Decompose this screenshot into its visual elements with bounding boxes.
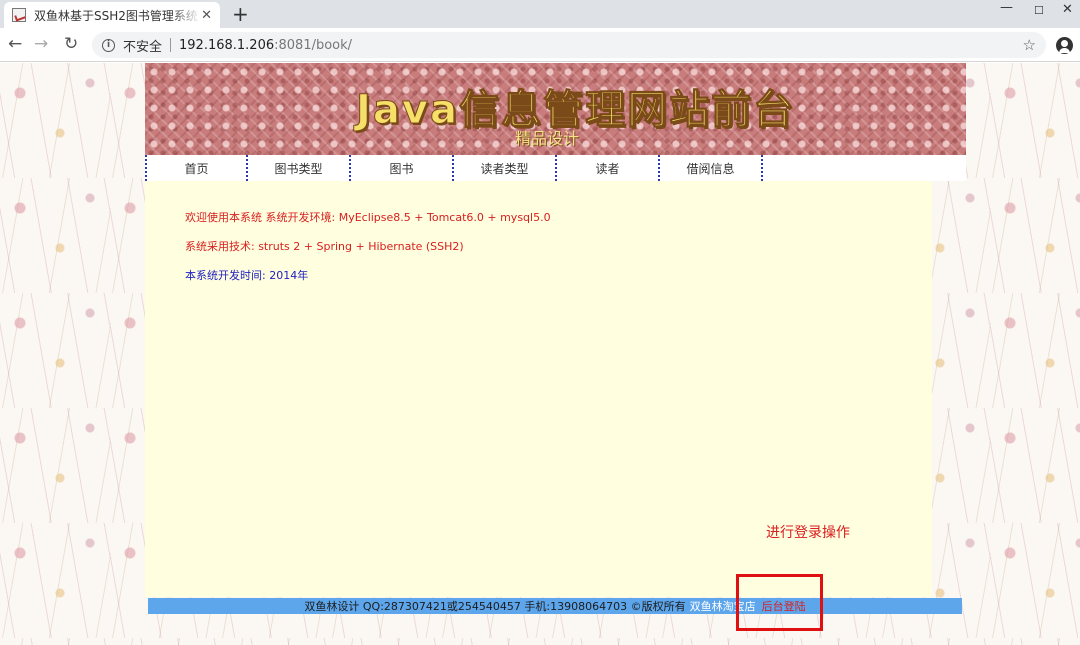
browser-toolbar: ← → ↻ i 不安全 192.168.1.206 :8081/book/ ☆ [0,28,1080,62]
dev-time-text: 本系统开发时间: 2014年 [185,269,309,282]
footer-copyright: 双鱼林设计 QQ:287307421或254540457 手机:13908064… [304,600,686,613]
nav-item-books[interactable]: 图书 [351,155,454,181]
page-viewport: Java信息管理网站前台 精品设计 首页 图书类型 图书 读者类型 读者 借阅信… [0,63,1080,645]
security-label: 不安全 [123,39,163,55]
nav-item-home[interactable]: 首页 [145,155,248,181]
url-host: 192.168.1.206 [179,37,275,53]
tech-stack-text: 系统采用技术: struts 2 + Spring + Hibernate (S… [185,240,464,253]
address-separator [170,38,172,52]
site-banner: Java信息管理网站前台 精品设计 [145,63,966,155]
page-footer: 双鱼林设计 QQ:287307421或254540457 手机:13908064… [148,598,962,614]
bookmark-star-icon[interactable]: ☆ [1023,36,1036,54]
window-close-button[interactable]: ✕ [1062,2,1073,17]
tab-title: 双鱼林基于SSH2图书管理系统 [34,8,198,23]
tab-close-icon[interactable]: ✕ [201,8,212,23]
reload-icon[interactable]: ↻ [64,34,78,54]
url-path: :8081/book/ [274,37,353,53]
main-nav: 首页 图书类型 图书 读者类型 读者 借阅信息 [145,155,966,181]
browser-tab-bar: 双鱼林基于SSH2图书管理系统 ✕ + — ☐ ✕ [0,0,1080,28]
main-content: 欢迎使用本系统 系统开发环境: MyEclipse8.5 + Tomcat6.0… [145,181,932,597]
banner-subtitle: 精品设计 [515,129,580,148]
nav-item-readers[interactable]: 读者 [557,155,660,181]
forward-arrow-icon[interactable]: → [34,34,48,54]
site-info-icon[interactable]: i [102,38,115,52]
nav-item-book-types[interactable]: 图书类型 [248,155,351,181]
address-bar[interactable]: i 不安全 192.168.1.206 :8081/book/ ☆ [92,32,1046,58]
browser-tab[interactable]: 双鱼林基于SSH2图书管理系统 ✕ [4,2,220,28]
page-favicon-icon [12,8,26,22]
window-maximize-button[interactable]: ☐ [1034,4,1044,17]
nav-item-reader-types[interactable]: 读者类型 [454,155,557,181]
back-arrow-icon[interactable]: ← [8,34,22,54]
window-minimize-button[interactable]: — [1000,0,1013,15]
profile-avatar-icon[interactable] [1056,37,1073,54]
new-tab-button[interactable]: + [232,3,249,25]
login-hint-text: 进行登录操作 [766,525,850,541]
welcome-text: 欢迎使用本系统 系统开发环境: MyEclipse8.5 + Tomcat6.0… [185,211,551,224]
admin-login-highlight-box [736,574,823,631]
nav-item-borrow-info[interactable]: 借阅信息 [660,155,763,181]
